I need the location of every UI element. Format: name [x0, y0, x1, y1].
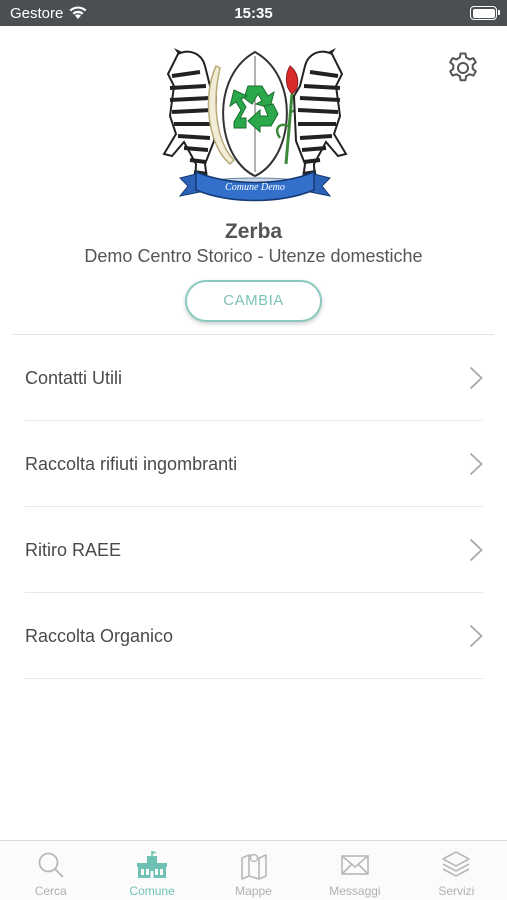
- change-button[interactable]: CAMBIA: [185, 280, 322, 322]
- tab-comune[interactable]: Comune: [101, 841, 202, 900]
- envelope-icon: [341, 855, 369, 875]
- tab-messaggi[interactable]: Messaggi: [304, 841, 405, 900]
- status-time: 15:35: [234, 5, 273, 22]
- menu-item-label: Raccolta rifiuti ingombranti: [25, 454, 238, 474]
- tab-label: Messaggi: [329, 884, 381, 898]
- coat-of-arms-logo: Comune Demo: [150, 46, 360, 208]
- crest-scroll-text: Comune Demo: [225, 182, 285, 193]
- status-bar: Gestore 15:35: [0, 0, 507, 26]
- zebra-right: [292, 48, 348, 187]
- menu-item-contatti-utili[interactable]: Contatti Utili: [25, 335, 483, 421]
- town-name: Zerba: [224, 220, 283, 243]
- tab-bar: Cerca Comune Mappe Messaggi Servizi: [0, 840, 507, 900]
- chevron-right-icon: [469, 366, 483, 390]
- chevron-right-icon: [469, 538, 483, 562]
- tab-label: Comune: [129, 884, 175, 898]
- menu-item-ritiro-raee[interactable]: Ritiro RAEE: [25, 507, 483, 593]
- menu-item-raccolta-rifiuti-ingombranti[interactable]: Raccolta rifiuti ingombranti: [25, 421, 483, 507]
- battery-icon: [470, 6, 500, 20]
- town-hall-icon: [137, 851, 168, 878]
- menu-item-label: Ritiro RAEE: [25, 540, 122, 560]
- layers-icon: [442, 851, 471, 877]
- menu-item-label: Raccolta Organico: [25, 626, 174, 646]
- map-icon: [240, 853, 267, 880]
- town-subtitle: Demo Centro Storico - Utenze domestiche: [84, 246, 423, 266]
- search-icon: [38, 852, 64, 878]
- zebra-left: [162, 48, 218, 187]
- tab-cerca[interactable]: Cerca: [0, 841, 101, 900]
- menu-item-label: Contatti Utili: [25, 368, 123, 388]
- settings-gear-icon[interactable]: [445, 50, 481, 86]
- menu-list: Contatti Utili Raccolta rifiuti ingombra…: [25, 335, 483, 679]
- tab-label: Servizi: [438, 884, 475, 898]
- menu-item-raccolta-organico[interactable]: Raccolta Organico: [25, 593, 483, 679]
- tab-label: Cerca: [34, 884, 67, 898]
- tab-servizi[interactable]: Servizi: [406, 841, 507, 900]
- tab-mappe[interactable]: Mappe: [203, 841, 304, 900]
- chevron-right-icon: [469, 624, 483, 648]
- tab-label: Mappe: [235, 884, 272, 898]
- chevron-right-icon: [469, 452, 483, 476]
